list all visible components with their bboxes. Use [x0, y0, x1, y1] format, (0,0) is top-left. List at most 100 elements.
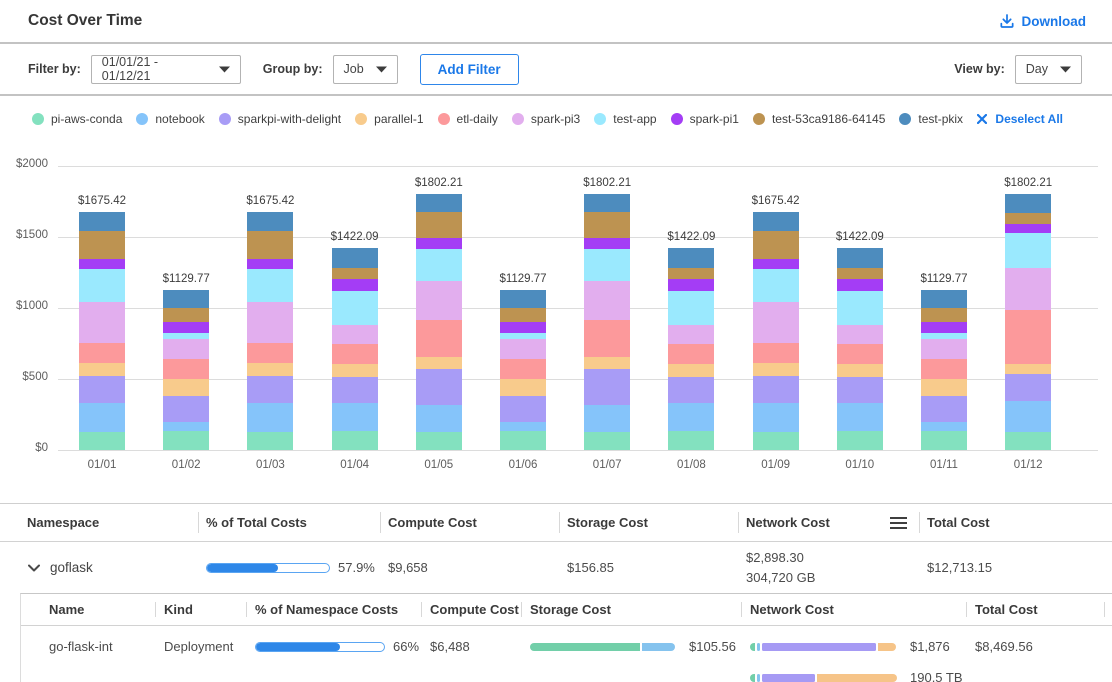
view-by-select[interactable]: Day: [1015, 55, 1082, 84]
bar-01/04[interactable]: [332, 248, 378, 450]
legend-dot: [219, 113, 231, 125]
bar-01/01[interactable]: [79, 212, 125, 450]
bar-segment-sparkpi-with-delight: [163, 396, 209, 421]
legend-dot: [671, 113, 683, 125]
minibar-segment-green: [750, 643, 755, 651]
bar-01/11[interactable]: [921, 290, 967, 450]
bar-01/09[interactable]: [753, 212, 799, 450]
minibar-segment-blue: [642, 643, 675, 651]
bar-segment-spark-pi1: [668, 279, 714, 290]
bar-segment-notebook: [668, 403, 714, 432]
bar-segment-etl-daily: [1005, 310, 1051, 363]
download-button[interactable]: Download: [999, 13, 1087, 29]
minibar-segment-blue: [757, 643, 761, 651]
minibar-segment-purple: [762, 643, 875, 651]
legend-item-test-53ca9186-64145[interactable]: test-53ca9186-64145: [753, 112, 885, 126]
legend-item-parallel-1[interactable]: parallel-1: [355, 112, 423, 126]
col-total: Total Cost: [966, 594, 1112, 625]
bar-segment-test-53ca9186-64145: [416, 212, 462, 238]
bar-segment-spark-pi1: [921, 322, 967, 333]
col-pct-total: % of Total Costs: [198, 504, 380, 541]
view-by-value: Day: [1026, 62, 1048, 76]
legend-dot: [136, 113, 148, 125]
bar-segment-notebook: [1005, 401, 1051, 432]
bar-segment-test-pkix: [584, 194, 630, 212]
bar-01/08[interactable]: [668, 248, 714, 450]
group-by-select[interactable]: Job: [333, 55, 398, 84]
bar-segment-parallel-1: [247, 363, 293, 376]
date-range-select[interactable]: 01/01/21 - 01/12/21: [91, 55, 241, 84]
legend-label: sparkpi-with-delight: [238, 112, 341, 126]
bar-segment-pi-aws-conda: [332, 431, 378, 449]
bar-segment-spark-pi3: [584, 281, 630, 320]
legend-dot: [438, 113, 450, 125]
bar-segment-test-pkix: [79, 212, 125, 230]
legend-item-test-pkix[interactable]: test-pkix: [899, 112, 963, 126]
legend-label: parallel-1: [374, 112, 423, 126]
bar-segment-test-53ca9186-64145: [584, 212, 630, 238]
chevron-down-icon[interactable]: [28, 564, 40, 572]
table-row: goflask 57.9% $9,658 $156.85 $2,898.30 3…: [0, 542, 1112, 593]
bar-segment-parallel-1: [163, 379, 209, 396]
y-axis-tick: $1500: [0, 229, 48, 241]
add-filter-button[interactable]: Add Filter: [420, 54, 519, 85]
col-compute: Compute Cost: [421, 594, 521, 625]
bar-segment-test-pkix: [332, 248, 378, 268]
bar-01/03[interactable]: [247, 212, 293, 450]
bar-segment-spark-pi3: [1005, 268, 1051, 310]
bar-segment-spark-pi3: [163, 339, 209, 359]
date-range-value: 01/01/21 - 01/12/21: [102, 55, 207, 83]
bar-01/12[interactable]: [1005, 194, 1051, 450]
legend-dot: [753, 113, 765, 125]
storage-cost-bar: [530, 643, 680, 651]
legend-item-pi-aws-conda[interactable]: pi-aws-conda: [32, 112, 122, 126]
view-by-label: View by:: [954, 62, 1004, 76]
bar-segment-spark-pi1: [584, 238, 630, 249]
col-kind: Kind: [155, 594, 246, 625]
bar-segment-spark-pi3: [837, 325, 883, 345]
x-axis-label: 01/08: [646, 459, 736, 471]
total-cost-cell: $12,713.15: [919, 560, 1112, 575]
col-storage: Storage Cost: [521, 594, 741, 625]
bar-01/07[interactable]: [584, 194, 630, 450]
bar-segment-sparkpi-with-delight: [921, 396, 967, 421]
workload-name[interactable]: go-flask-int: [21, 637, 155, 657]
deselect-all-button[interactable]: Deselect All: [977, 112, 1063, 126]
bar-total-label: $1802.21: [394, 177, 484, 189]
bar-segment-spark-pi1: [79, 259, 125, 268]
legend-item-spark-pi3[interactable]: spark-pi3: [512, 112, 580, 126]
bar-01/05[interactable]: [416, 194, 462, 450]
bar-segment-etl-daily: [753, 343, 799, 363]
bar-segment-test-53ca9186-64145: [753, 231, 799, 260]
bar-segment-test-53ca9186-64145: [1005, 213, 1051, 223]
legend-dot: [899, 113, 911, 125]
menu-icon[interactable]: [890, 517, 907, 529]
bar-segment-test-53ca9186-64145: [500, 308, 546, 322]
compute-cost-cell: $9,658: [380, 560, 559, 575]
bar-segment-spark-pi3: [668, 325, 714, 345]
total-cost-cell: $8,469.56: [966, 637, 1112, 657]
bar-segment-pi-aws-conda: [1005, 432, 1051, 450]
bar-segment-test-app: [247, 269, 293, 302]
y-axis-tick: $0: [0, 442, 48, 454]
x-axis-label: 01/04: [310, 459, 400, 471]
page-title: Cost Over Time: [28, 12, 142, 30]
namespace-cell[interactable]: goflask: [0, 560, 198, 575]
legend-item-spark-pi1[interactable]: spark-pi1: [671, 112, 739, 126]
bar-segment-spark-pi1: [163, 322, 209, 333]
legend-item-etl-daily[interactable]: etl-daily: [438, 112, 498, 126]
legend-item-test-app[interactable]: test-app: [594, 112, 656, 126]
y-axis-tick: $1000: [0, 300, 48, 312]
workload-table-header: Name Kind % of Namespace Costs Compute C…: [21, 594, 1112, 626]
legend-item-sparkpi-with-delight[interactable]: sparkpi-with-delight: [219, 112, 341, 126]
bar-segment-test-pkix: [837, 248, 883, 268]
bar-segment-etl-daily: [332, 344, 378, 363]
legend-item-notebook[interactable]: notebook: [136, 112, 204, 126]
bar-01/10[interactable]: [837, 248, 883, 450]
bar-segment-sparkpi-with-delight: [584, 369, 630, 404]
compute-cost-cell: $6,488: [421, 637, 521, 657]
bar-01/02[interactable]: [163, 290, 209, 450]
bar-01/06[interactable]: [500, 290, 546, 450]
x-axis-label: 01/02: [141, 459, 231, 471]
bar-segment-notebook: [332, 403, 378, 432]
